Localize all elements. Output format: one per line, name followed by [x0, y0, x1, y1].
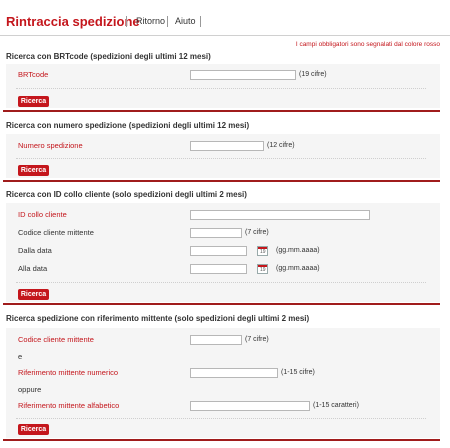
ricerca-button-brtcode[interactable]: Ricerca	[18, 96, 49, 107]
nav-separator	[126, 16, 127, 27]
nav-separator	[200, 16, 201, 27]
calendar-icon[interactable]: 19	[257, 264, 268, 274]
brtcode-hint: (19 cifre)	[299, 71, 327, 78]
e-label: e	[18, 352, 23, 361]
required-fields-note: I campi obbligatori sono segnalati dal c…	[295, 41, 440, 48]
dotted-divider	[16, 282, 426, 283]
section-divider	[3, 110, 440, 112]
codice-cliente-label: Codice cliente mittente	[18, 228, 94, 237]
codice-cliente-hint: (7 cifre)	[245, 229, 269, 236]
nav-separator	[167, 16, 168, 27]
section-title-riferimento: Ricerca spedizione con riferimento mitte…	[6, 314, 310, 323]
numero-spedizione-hint: (12 cifre)	[267, 142, 295, 149]
riferimento-alfabetico-label: Riferimento mittente alfabetico	[18, 401, 120, 410]
dotted-divider	[16, 158, 426, 159]
dotted-divider	[16, 88, 426, 89]
section-title-collo: Ricerca con ID collo cliente (solo spedi…	[6, 190, 247, 199]
codice-cliente-rif-hint: (7 cifre)	[245, 336, 269, 343]
page-title: Rintraccia spedizione	[6, 14, 140, 29]
codice-cliente-rif-label: Codice cliente mittente	[18, 335, 94, 344]
alla-data-label: Alla data	[18, 264, 48, 273]
codice-cliente-input[interactable]	[190, 228, 242, 238]
section-divider	[3, 439, 440, 441]
ricerca-button-collo[interactable]: Ricerca	[18, 289, 49, 300]
riferimento-numerico-hint: (1-15 cifre)	[281, 369, 315, 376]
nav-link-ritorno[interactable]: Ritorno	[136, 16, 165, 26]
id-collo-input[interactable]	[190, 210, 370, 220]
riferimento-numerico-input[interactable]	[190, 368, 278, 378]
section-divider	[3, 180, 440, 182]
ricerca-button-numero[interactable]: Ricerca	[18, 165, 49, 176]
dalla-data-input[interactable]	[190, 246, 247, 256]
numero-spedizione-label: Numero spedizione	[18, 141, 83, 150]
dalla-data-hint: (gg.mm.aaaa)	[276, 247, 320, 254]
codice-cliente-rif-input[interactable]	[190, 335, 242, 345]
section-title-brtcode: Ricerca con BRTcode (spedizioni degli ul…	[6, 52, 211, 61]
brtcode-label: BRTcode	[18, 70, 49, 79]
calendar-icon[interactable]: 19	[257, 246, 268, 256]
id-collo-label: ID collo cliente	[18, 210, 67, 219]
numero-spedizione-input[interactable]	[190, 141, 264, 151]
dalla-data-label: Dalla data	[18, 246, 52, 255]
header-divider	[0, 35, 450, 36]
alla-data-input[interactable]	[190, 264, 247, 274]
riferimento-alfabetico-hint: (1-15 caratteri)	[313, 402, 359, 409]
ricerca-button-riferimento[interactable]: Ricerca	[18, 424, 49, 435]
nav-link-aiuto[interactable]: Aiuto	[175, 16, 196, 26]
riferimento-alfabetico-input[interactable]	[190, 401, 310, 411]
alla-data-hint: (gg.mm.aaaa)	[276, 265, 320, 272]
section-title-numero: Ricerca con numero spedizione (spedizion…	[6, 121, 250, 130]
riferimento-numerico-label: Riferimento mittente numerico	[18, 368, 119, 377]
brtcode-input[interactable]	[190, 70, 296, 80]
dotted-divider	[16, 418, 426, 419]
oppure-label: oppure	[18, 385, 42, 394]
section-divider	[3, 303, 440, 305]
